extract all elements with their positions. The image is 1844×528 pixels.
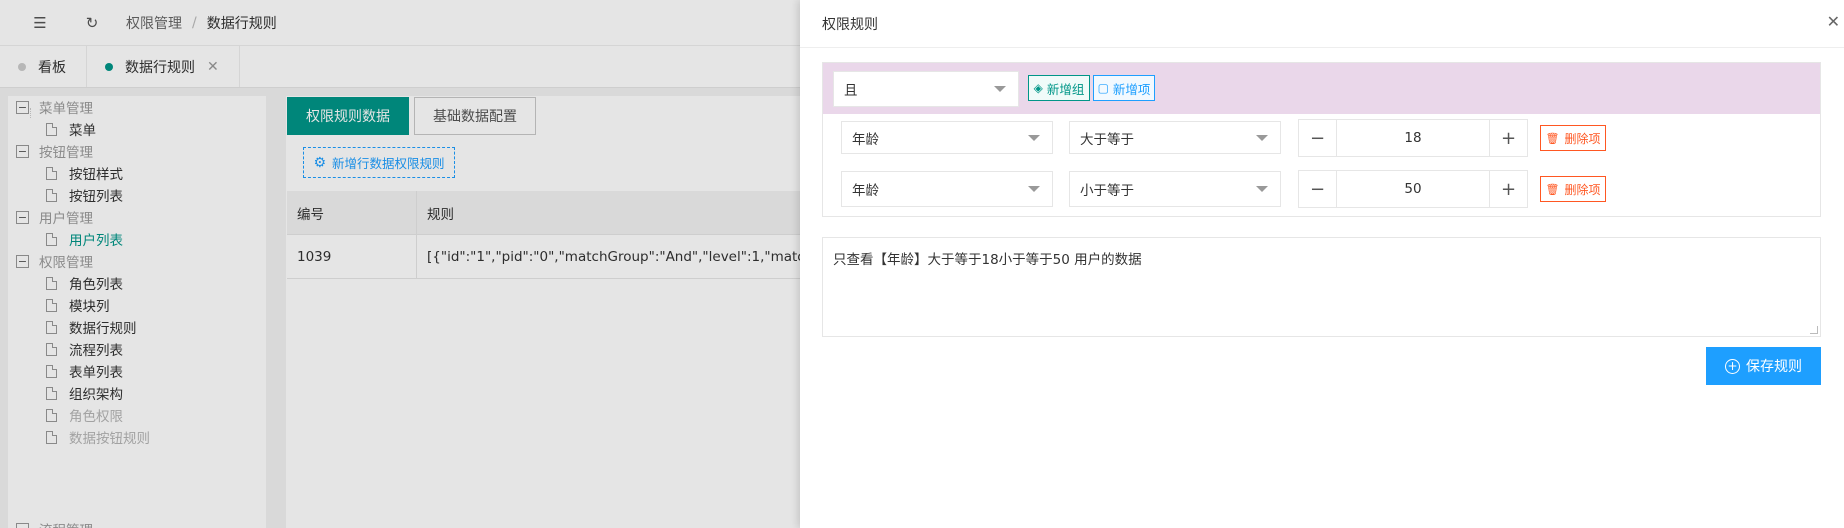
logic-select[interactable]: 且 — [833, 71, 1019, 107]
minus-icon[interactable]: − — [1299, 120, 1337, 156]
rule-description-textarea[interactable]: 只查看【年龄】大于等于18小于等于50 用户的数据 — [822, 237, 1821, 337]
rule-description-text: 只查看【年龄】大于等于18小于等于50 用户的数据 — [833, 252, 1142, 268]
drawer-header: 权限规则 — [800, 0, 1844, 48]
plus-icon[interactable]: + — [1489, 171, 1527, 207]
field-select-value: 年龄 — [852, 183, 879, 199]
field-select-value: 年龄 — [852, 131, 879, 148]
operator-select[interactable]: 小于等于 — [1069, 171, 1281, 207]
trash-icon: 🗑 — [1545, 182, 1560, 196]
save-rule-label: 保存规则 — [1746, 359, 1802, 375]
chevron-down-icon — [1028, 186, 1040, 192]
plus-icon[interactable]: + — [1489, 120, 1527, 156]
add-group-button[interactable]: ◈ 新增组 — [1028, 75, 1090, 101]
save-rule-button[interactable]: + 保存规则 — [1706, 347, 1821, 385]
trash-icon: 🗑 — [1545, 131, 1560, 145]
field-select[interactable]: 年龄 — [841, 121, 1053, 154]
drawer-title: 权限规则 — [822, 16, 878, 33]
layers-icon: ◈ — [1033, 81, 1043, 95]
value-input[interactable]: 18 — [1337, 120, 1489, 156]
chevron-down-icon — [994, 86, 1006, 92]
close-icon[interactable]: ✕ — [1827, 12, 1840, 31]
chevron-down-icon — [1256, 186, 1268, 192]
note-icon: ▢ — [1097, 81, 1109, 95]
plus-circle-icon: + — [1725, 358, 1740, 374]
operator-select-value: 小于等于 — [1080, 183, 1134, 199]
delete-item-button[interactable]: 🗑 删除项 — [1540, 176, 1606, 202]
add-group-label: 新增组 — [1046, 81, 1085, 97]
logic-select-value: 且 — [844, 83, 858, 99]
delete-item-label: 删除项 — [1564, 131, 1601, 146]
chevron-down-icon — [1256, 134, 1268, 141]
add-item-label: 新增项 — [1112, 81, 1151, 97]
operator-select[interactable]: 大于等于 — [1069, 121, 1281, 154]
chevron-down-icon — [1028, 134, 1040, 141]
operator-select-value: 大于等于 — [1080, 131, 1134, 148]
value-stepper[interactable]: − 50 + — [1298, 170, 1528, 208]
rule-group: 且 ◈ 新增组 ▢ 新增项 年龄 大于等于 − 18 + 🗑 删除项 年龄 小于… — [822, 62, 1821, 217]
delete-item-button[interactable]: 🗑 删除项 — [1540, 125, 1606, 151]
add-item-button[interactable]: ▢ 新增项 — [1093, 75, 1155, 101]
minus-icon[interactable]: − — [1299, 171, 1337, 207]
resize-handle-icon[interactable] — [1810, 326, 1818, 334]
value-stepper[interactable]: − 18 + — [1298, 119, 1528, 157]
rule-group-header: 且 ◈ 新增组 ▢ 新增项 — [823, 63, 1820, 114]
delete-item-label: 删除项 — [1564, 182, 1601, 197]
field-select[interactable]: 年龄 — [841, 171, 1053, 207]
value-input[interactable]: 50 — [1337, 171, 1489, 207]
rule-drawer: 权限规则 ✕ 且 ◈ 新增组 ▢ 新增项 年龄 大于等于 − 18 + 🗑 删除… — [800, 0, 1844, 528]
drawer-overlay-mask[interactable] — [0, 0, 800, 528]
